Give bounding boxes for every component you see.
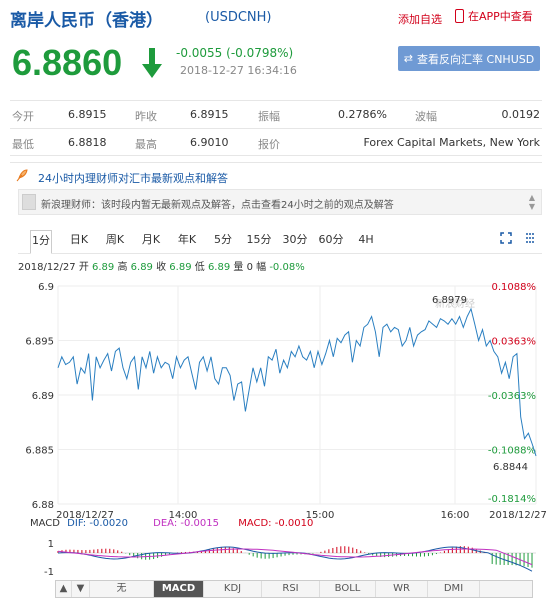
header: 离岸人民币（香港） (USDCNH) 添加自选 在APP中查看 [0, 0, 550, 38]
wave-label: 波幅 [415, 110, 437, 123]
stats-table: 今开 6.8915 昨收 6.8915 振幅 0.2786% 波幅 0.0192… [10, 100, 542, 156]
avatar [22, 194, 36, 210]
reverse-rate-label: 查看反向汇率 CNHUSD [417, 52, 535, 66]
open-value: 6.8915 [68, 108, 107, 121]
chart-tabs: 1分 日K 周K 月K 年K 5分 15分 30分 60分 4H [18, 226, 542, 254]
tab-yearly[interactable]: 年K [176, 230, 198, 250]
price-change: -0.0055 (-0.0798%) [176, 46, 294, 60]
fullscreen-icon[interactable] [500, 232, 512, 244]
dea-line [57, 548, 533, 566]
y-tick-label: 6.895 [25, 337, 54, 348]
tab-monthly[interactable]: 月K [140, 230, 162, 250]
symbol-code: (USDCNH) [205, 10, 272, 25]
low-value: 6.8818 [68, 136, 107, 149]
last-annotation: 6.8844 [493, 462, 528, 473]
high-annotation: 6.8979 [432, 295, 467, 306]
prev-close-value: 6.8915 [190, 108, 229, 121]
amplitude-value: 0.2786% [338, 108, 387, 121]
tab-rsi[interactable]: RSI [262, 581, 320, 597]
stats-row: 今开 6.8915 昨收 6.8915 振幅 0.2786% 波幅 0.0192 [10, 100, 542, 128]
x-tick-label: 2018/12/27 [489, 510, 547, 518]
quote-source-label: 报价 [258, 138, 280, 151]
down-arrow-icon [142, 48, 162, 78]
scroll-up-icon[interactable]: ▲ [56, 581, 72, 597]
timestamp: 2018-12-27 16:34:16 [180, 64, 297, 77]
tab-15min[interactable]: 15分 [246, 230, 272, 250]
settings-icon[interactable] [524, 232, 536, 244]
right-tick-label: 0.0363% [492, 337, 537, 348]
price-series-line [57, 307, 537, 457]
quote-source: Forex Capital Markets, New York [363, 136, 541, 149]
amplitude-label: 振幅 [258, 110, 280, 123]
tab-weekly[interactable]: 周K [104, 230, 126, 250]
add-favorite-link[interactable]: 添加自选 [398, 11, 442, 27]
x-tick-label: 15:00 [306, 510, 335, 518]
app-link-label: 在APP中查看 [468, 10, 533, 23]
feather-icon [16, 169, 28, 182]
y-tick-label: 6.89 [32, 391, 54, 402]
right-tick-label: 0.1088% [492, 282, 537, 293]
x-tick-label: 2018/12/27 [56, 510, 114, 518]
prev-close-label: 昨收 [135, 110, 157, 123]
macd-y-tick: -1 [44, 567, 54, 577]
tab-30min[interactable]: 30分 [282, 230, 308, 250]
tab-daily[interactable]: 日K [68, 230, 90, 250]
opinion-title: 24小时内理财师对汇市最新观点和解答 [38, 172, 228, 185]
dif-line [57, 546, 533, 572]
tab-5min[interactable]: 5分 [212, 230, 234, 250]
tab-kdj[interactable]: KDJ [204, 581, 262, 597]
right-tick-label: -0.0363% [488, 391, 536, 402]
notice-text: 新浪理财师：该时段内暂无最新观点及解答，点击查看24小时之前的观点及解答 [41, 200, 394, 211]
y-tick-label: 6.9 [38, 282, 54, 293]
price-chart[interactable]: 6.9 0.1088% 6.895 0.0363% 6.89 -0.0363% 6.885 -… [0, 272, 550, 518]
swap-icon: ⇄ [403, 52, 414, 65]
stats-row: 最低 6.8818 最高 6.9010 报价 Forex Capital Mar… [10, 128, 542, 156]
tab-none[interactable]: 无 [90, 581, 154, 597]
y-tick-label: 6.88 [32, 500, 54, 511]
phone-icon [455, 9, 464, 23]
tab-dmi[interactable]: DMI [428, 581, 480, 597]
open-label: 今开 [12, 110, 34, 123]
macd-y-tick: 1 [48, 539, 54, 550]
reverse-rate-button[interactable]: ⇄ 查看反向汇率 CNHUSD [398, 46, 540, 71]
ohlc-info: 2018/12/27 开 6.89 高 6.89 收 6.89 低 6.89 量… [18, 258, 305, 273]
high-value: 6.9010 [190, 136, 229, 149]
current-price: 6.8860 [12, 42, 123, 83]
y-tick-label: 6.885 [25, 446, 54, 457]
high-label: 最高 [135, 138, 157, 151]
x-tick-label: 14:00 [169, 510, 198, 518]
tab-macd[interactable]: MACD [154, 581, 204, 597]
scroll-down-icon[interactable]: ▼ [72, 581, 90, 597]
right-tick-label: -0.1088% [488, 446, 536, 457]
low-label: 最低 [12, 138, 34, 151]
opinion-bar[interactable]: 24小时内理财师对汇市最新观点和解答 [10, 162, 542, 187]
tab-boll[interactable]: BOLL [320, 581, 376, 597]
right-tick-label: -0.1814% [488, 494, 536, 505]
macd-chart[interactable]: 1 -1 [0, 527, 550, 577]
x-tick-label: 16:00 [441, 510, 470, 518]
scroll-arrows-icon[interactable]: ▲ ▼ [529, 193, 535, 211]
app-link[interactable]: 在APP中查看 [455, 8, 533, 24]
tab-1min[interactable]: 1分 [30, 230, 52, 254]
wave-value: 0.0192 [501, 108, 541, 121]
tab-wr[interactable]: WR [376, 581, 428, 597]
page-title: 离岸人民币（香港） [10, 11, 163, 31]
tab-4h[interactable]: 4H [356, 230, 376, 250]
indicator-tabs: ▲ ▼ 无 MACD KDJ RSI BOLL WR DMI [55, 580, 533, 598]
tab-60min[interactable]: 60分 [318, 230, 344, 250]
opinion-notice[interactable]: 新浪理财师：该时段内暂无最新观点及解答，点击查看24小时之前的观点及解答 ▲ ▼ [18, 189, 542, 215]
